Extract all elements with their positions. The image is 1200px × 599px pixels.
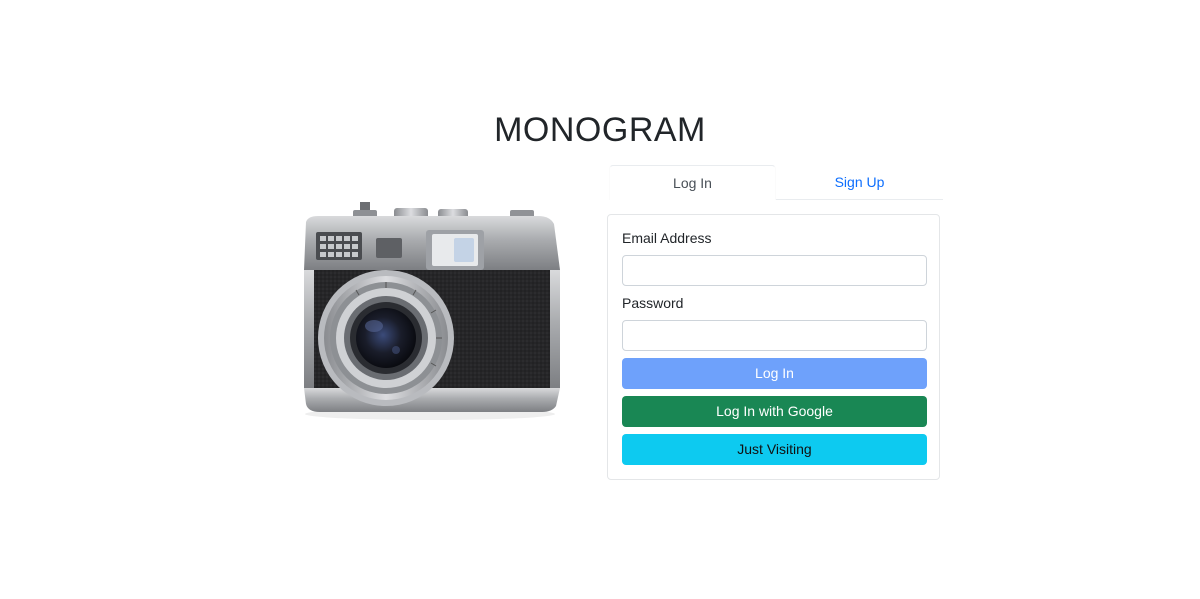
camera-icon [304, 202, 560, 420]
auth-tabs: Log In Sign Up [609, 165, 943, 200]
log-in-button[interactable]: Log In [622, 358, 927, 389]
just-visiting-button[interactable]: Just Visiting [622, 434, 927, 465]
email-field[interactable] [622, 255, 927, 286]
tab-log-in[interactable]: Log In [609, 165, 776, 200]
email-label: Email Address [622, 230, 712, 246]
tab-sign-up[interactable]: Sign Up [776, 165, 943, 200]
login-card: Email Address Password Log In Log In wit… [607, 214, 940, 480]
app-title: MONOGRAM [494, 111, 706, 149]
password-label: Password [622, 295, 684, 311]
camera-image [298, 200, 566, 422]
log-in-with-google-button[interactable]: Log In with Google [622, 396, 927, 427]
password-field[interactable] [622, 320, 927, 351]
